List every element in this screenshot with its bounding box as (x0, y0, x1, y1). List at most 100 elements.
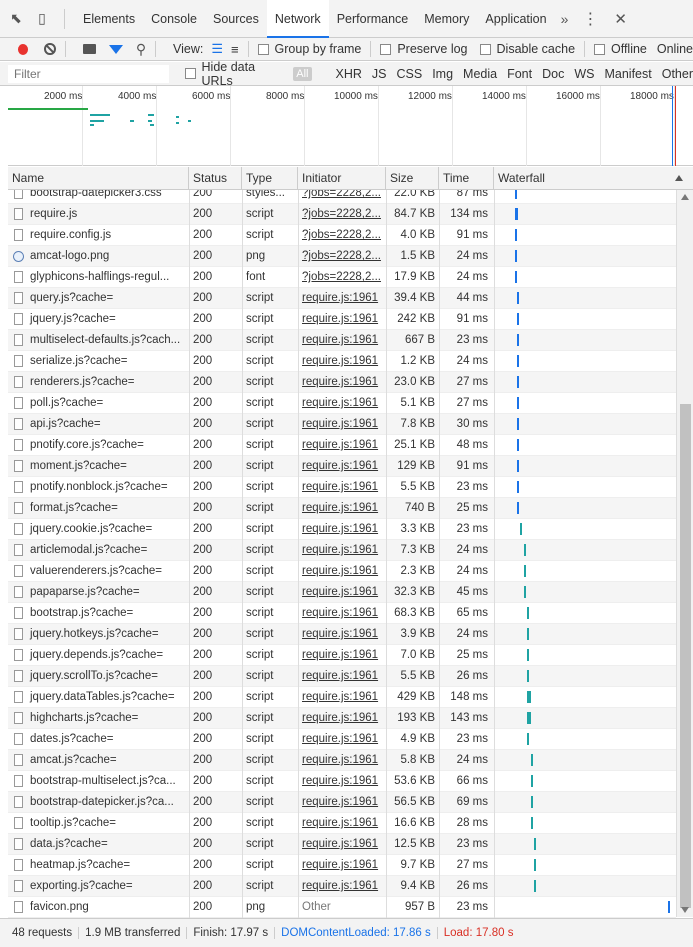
column-header-name[interactable]: Name (8, 167, 189, 190)
table-row[interactable]: amcat-logo.png 200 png ?jobs=2228,2... 1.5 K… (8, 246, 676, 267)
request-initiator-link[interactable]: ?jobs=2228,2... (298, 204, 386, 225)
table-row[interactable]: serialize.js?cache= 200 script require.js:1… (8, 351, 676, 372)
overview-icon[interactable]: ≡ (231, 42, 239, 57)
table-row[interactable]: papaparse.js?cache= 200 script require.js:1… (8, 582, 676, 603)
preserve-log-checkbox[interactable]: Preserve log (380, 42, 468, 56)
request-initiator-link[interactable]: require.js:1961 (298, 393, 386, 414)
table-row[interactable]: query.js?cache= 200 script require.js:1961 3… (8, 288, 676, 309)
request-initiator-link[interactable]: require.js:1961 (298, 540, 386, 561)
table-row[interactable]: jquery.depends.js?cache= 200 script require… (8, 645, 676, 666)
table-row[interactable]: bootstrap-datepicker3.css 200 styles... ?jo… (8, 190, 676, 204)
column-header-waterfall[interactable]: Waterfall (494, 167, 693, 190)
tab-console[interactable]: Console (143, 0, 205, 38)
request-initiator-link[interactable]: require.js:1961 (298, 414, 386, 435)
more-tabs-icon[interactable]: » (561, 11, 569, 27)
scroll-down-arrow-icon[interactable] (681, 907, 689, 913)
request-initiator-link[interactable]: require.js:1961 (298, 435, 386, 456)
scroll-up-arrow-icon[interactable] (681, 194, 689, 200)
column-header-size[interactable]: Size (386, 167, 439, 190)
filter-type-all[interactable]: All (293, 66, 312, 81)
table-row[interactable]: jquery.hotkeys.js?cache= 200 script require… (8, 624, 676, 645)
table-row[interactable]: dates.js?cache= 200 script require.js:1961 4… (8, 729, 676, 750)
filter-type-js[interactable]: JS (372, 67, 387, 81)
request-initiator-link[interactable]: require.js:1961 (298, 477, 386, 498)
request-initiator-link[interactable]: require.js:1961 (298, 792, 386, 813)
timeline-overview[interactable]: 2000 ms 4000 ms 6000 ms 8000 ms 10000 ms… (8, 86, 693, 166)
request-initiator-link[interactable]: require.js:1961 (298, 645, 386, 666)
table-row[interactable]: highcharts.js?cache= 200 script require.js:… (8, 708, 676, 729)
tab-sources[interactable]: Sources (205, 0, 267, 38)
table-row[interactable]: data.js?cache= 200 script require.js:1961 12… (8, 834, 676, 855)
filter-type-doc[interactable]: Doc (542, 67, 564, 81)
column-header-time[interactable]: Time (439, 167, 494, 190)
table-row[interactable]: api.js?cache= 200 script require.js:1961 7.8… (8, 414, 676, 435)
filter-type-img[interactable]: Img (432, 67, 453, 81)
throttling-select[interactable]: Online (657, 42, 693, 56)
table-row[interactable]: bootstrap-datepicker.js?ca... 200 script re… (8, 792, 676, 813)
filter-type-ws[interactable]: WS (574, 67, 594, 81)
table-row[interactable]: articlemodal.js?cache= 200 script require.j… (8, 540, 676, 561)
request-initiator-link[interactable]: require.js:1961 (298, 351, 386, 372)
table-row[interactable]: jquery.dataTables.js?cache= 200 script requ… (8, 687, 676, 708)
request-initiator-link[interactable]: ?jobs=2228,2... (298, 246, 386, 267)
inspect-element-icon[interactable]: ⬉ (6, 9, 26, 29)
request-initiator-link[interactable]: require.js:1961 (298, 708, 386, 729)
request-initiator-link[interactable]: ?jobs=2228,2... (298, 225, 386, 246)
table-row[interactable]: glyphicons-halflings-regul... 200 font ?job… (8, 267, 676, 288)
table-row[interactable]: require.js 200 script ?jobs=2228,2... 84.7 K… (8, 204, 676, 225)
request-initiator-link[interactable]: require.js:1961 (298, 855, 386, 876)
filter-type-css[interactable]: CSS (397, 67, 423, 81)
device-toolbar-icon[interactable]: ▯ (32, 9, 52, 29)
disable-cache-checkbox[interactable]: Disable cache (479, 42, 575, 56)
request-initiator-link[interactable]: ?jobs=2228,2... (298, 190, 386, 204)
offline-checkbox[interactable]: Offline (593, 42, 647, 56)
column-header-initiator[interactable]: Initiator (298, 167, 386, 190)
filter-funnel-icon[interactable] (108, 44, 123, 54)
request-initiator-link[interactable]: require.js:1961 (298, 876, 386, 897)
filter-type-media[interactable]: Media (463, 67, 497, 81)
close-icon[interactable]: ✕ (614, 10, 627, 28)
table-row[interactable]: poll.js?cache= 200 script require.js:1961 5.… (8, 393, 676, 414)
tab-memory[interactable]: Memory (416, 0, 477, 38)
table-row[interactable]: heatmap.js?cache= 200 script require.js:196… (8, 855, 676, 876)
table-row[interactable]: amcat.js?cache= 200 script require.js:1961 5… (8, 750, 676, 771)
table-row[interactable]: jquery.scrollTo.js?cache= 200 script requir… (8, 666, 676, 687)
large-rows-icon[interactable]: ☰ (211, 41, 223, 57)
request-initiator-link[interactable]: require.js:1961 (298, 561, 386, 582)
request-initiator-link[interactable]: require.js:1961 (298, 498, 386, 519)
request-initiator-link[interactable]: require.js:1961 (298, 309, 386, 330)
hide-data-urls-checkbox[interactable]: Hide data URLs (185, 60, 285, 88)
request-initiator-link[interactable]: require.js:1961 (298, 624, 386, 645)
table-row[interactable]: pnotify.core.js?cache= 200 script require.j… (8, 435, 676, 456)
request-initiator-link[interactable]: require.js:1961 (298, 813, 386, 834)
filter-type-other[interactable]: Other (662, 67, 693, 81)
table-row[interactable]: valuerenderers.js?cache= 200 script require… (8, 561, 676, 582)
table-row[interactable]: jquery.js?cache= 200 script require.js:1961… (8, 309, 676, 330)
filter-type-xhr[interactable]: XHR (336, 67, 362, 81)
request-initiator-link[interactable]: ?jobs=2228,2... (298, 267, 386, 288)
table-row[interactable]: favicon.png 200 png Other 957 B 23 ms (8, 897, 676, 918)
request-initiator-link[interactable]: require.js:1961 (298, 582, 386, 603)
table-row[interactable]: moment.js?cache= 200 script require.js:1961… (8, 456, 676, 477)
table-row[interactable]: tooltip.js?cache= 200 script require.js:196… (8, 813, 676, 834)
request-initiator-link[interactable]: require.js:1961 (298, 603, 386, 624)
clear-icon[interactable] (44, 43, 56, 55)
group-by-frame-checkbox[interactable]: Group by frame (257, 42, 361, 56)
table-row[interactable]: format.js?cache= 200 script require.js:1961… (8, 498, 676, 519)
request-initiator-link[interactable]: require.js:1961 (298, 729, 386, 750)
table-row[interactable]: bootstrap.js?cache= 200 script require.js:1… (8, 603, 676, 624)
filter-type-font[interactable]: Font (507, 67, 532, 81)
table-row[interactable]: multiselect-defaults.js?cach... 200 script… (8, 330, 676, 351)
request-initiator-link[interactable]: require.js:1961 (298, 771, 386, 792)
column-header-status[interactable]: Status (189, 167, 242, 190)
request-initiator-link[interactable]: require.js:1961 (298, 372, 386, 393)
table-row[interactable]: bootstrap-multiselect.js?ca... 200 script r… (8, 771, 676, 792)
vertical-scrollbar[interactable] (676, 190, 693, 917)
request-initiator-link[interactable]: require.js:1961 (298, 687, 386, 708)
tab-elements[interactable]: Elements (75, 0, 143, 38)
kebab-menu-icon[interactable]: ⋮ (582, 9, 598, 29)
request-initiator-link[interactable]: require.js:1961 (298, 456, 386, 477)
filter-type-manifest[interactable]: Manifest (604, 67, 651, 81)
tab-application[interactable]: Application (477, 0, 554, 38)
request-initiator-link[interactable]: require.js:1961 (298, 750, 386, 771)
